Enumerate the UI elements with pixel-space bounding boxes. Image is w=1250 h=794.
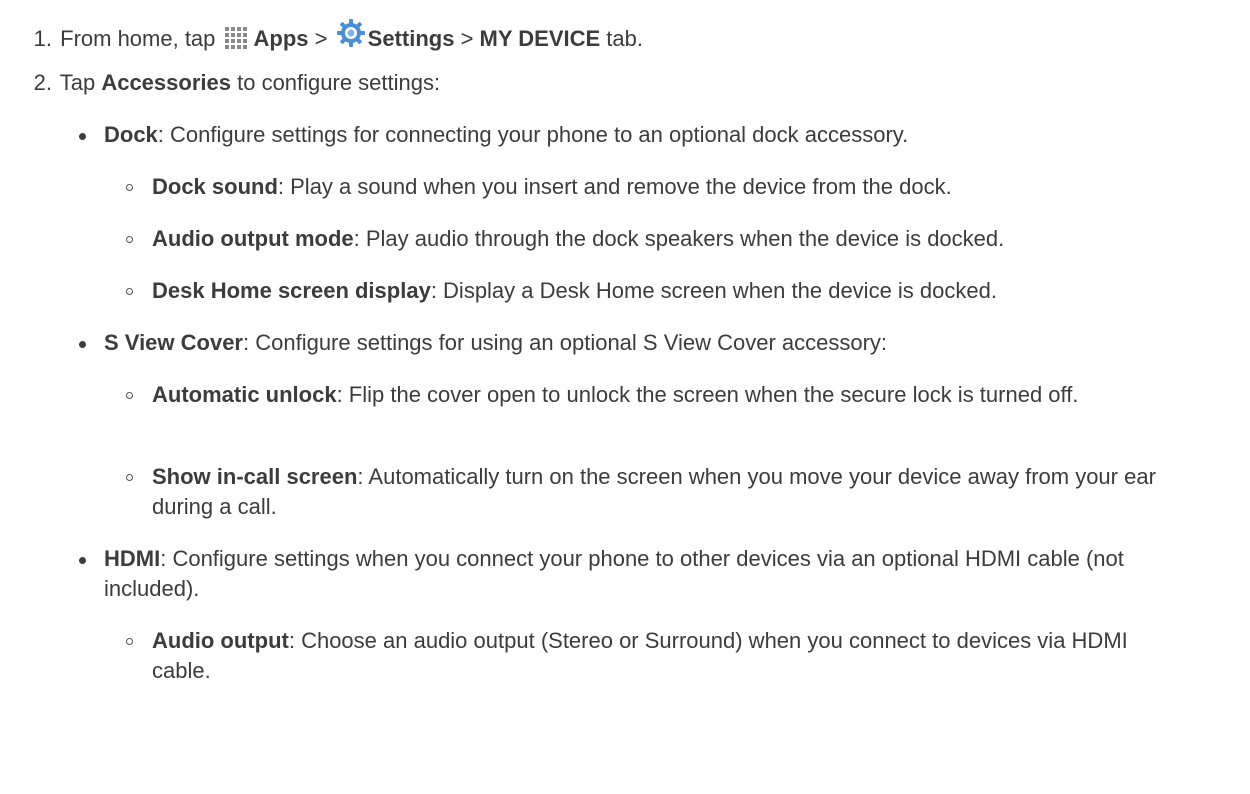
item-desc: : Play a sound when you insert and remov… [277,174,952,199]
apps-label: Apps [253,26,309,51]
step-text: Tap [59,70,96,95]
my-device-label: MY DEVICE [479,26,601,51]
list-item-hdmi: HDMI: Configure settings when you connec… [79,544,1164,604]
step-number: 2. [33,70,52,95]
list-item-show-in-call-screen: Show in-call screen: Automatically turn … [126,462,1162,522]
item-desc: : Configure settings for using an option… [243,330,888,355]
bullet-dot [79,133,86,140]
list-item-s-view-cover: S View Cover: Configure settings for usi… [79,328,1244,358]
item-term: Audio output [152,628,289,653]
item-term: S View Cover [104,330,243,355]
accessories-label: Accessories [101,70,231,95]
item-desc: : Configure settings for connecting your… [157,122,909,147]
item-term: Automatic unlock [152,382,337,407]
step-number: 1. [33,26,52,51]
item-term: Dock sound [152,174,278,199]
step-text: to configure settings: [237,70,441,95]
instructions-page: 1. From home, tap Apps > Settings > MY D… [0,0,1250,794]
bullet-circle [126,392,133,399]
bullet-dot [79,557,86,564]
separator: > [314,26,328,51]
step-2: 2. Tap Accessories to configure settings… [0,68,440,98]
item-desc: : Choose an audio output (Stereo or Surr… [152,628,1128,683]
item-desc: : Display a Desk Home screen when the de… [430,278,997,303]
item-term: Dock [104,122,158,147]
list-item-audio-output-mode: Audio output mode: Play audio through th… [126,224,1248,254]
separator: > [460,26,474,51]
item-desc: : Play audio through the dock speakers w… [353,226,1005,251]
settings-gear-icon [336,19,365,47]
bullet-circle [126,638,133,645]
list-item-desk-home-screen-display: Desk Home screen display: Display a Desk… [126,276,1248,306]
list-item-audio-output: Audio output: Choose an audio output (St… [126,626,1162,686]
item-term: HDMI [104,546,161,571]
apps-grid-icon [224,27,247,49]
item-term: Desk Home screen display [152,278,431,303]
bullet-circle [126,184,133,191]
step-1: 1. From home, tap Apps > Settings > MY D… [0,18,643,54]
bullet-circle [126,474,133,481]
item-term: Audio output mode [152,226,354,251]
bullet-circle [126,236,133,243]
list-item-dock-sound: Dock sound: Play a sound when you insert… [126,172,1248,202]
list-item-automatic-unlock: Automatic unlock: Flip the cover open to… [126,380,1162,410]
item-desc: : Configure settings when you connect yo… [104,546,1124,601]
tab-word: tab. [606,26,643,51]
step-text: From home, tap [60,26,216,51]
item-term: Show in-call screen [152,464,358,489]
bullet-circle [126,288,133,295]
settings-label: Settings [367,26,455,51]
item-desc: : Flip the cover open to unlock the scre… [336,382,1079,407]
bullet-dot [79,341,86,348]
list-item-dock: Dock: Configure settings for connecting … [79,120,1244,150]
